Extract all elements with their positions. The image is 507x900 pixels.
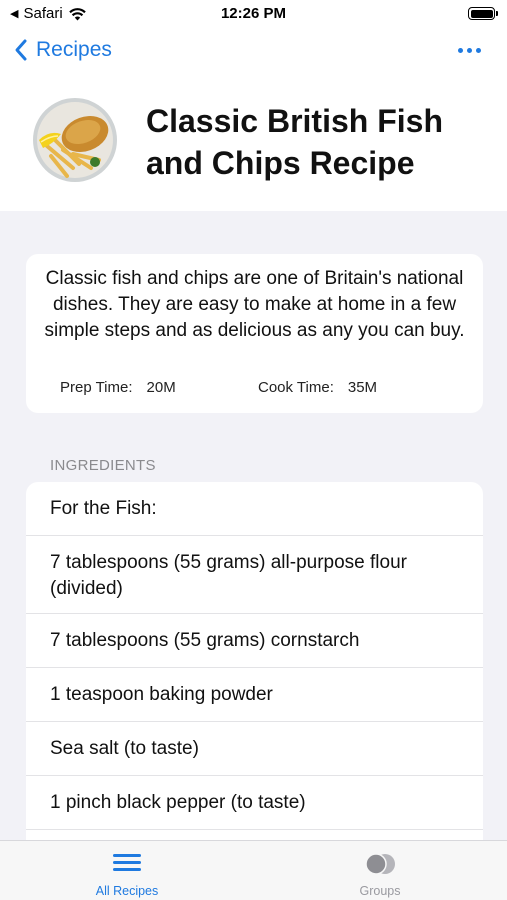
back-button[interactable]: Recipes xyxy=(14,38,112,62)
chevron-left-icon xyxy=(15,39,27,61)
cook-time-label: Cook Time: xyxy=(258,379,334,396)
circles-icon xyxy=(365,853,395,875)
tab-groups[interactable]: Groups xyxy=(310,841,450,900)
ellipsis-dot xyxy=(476,48,481,53)
back-button-label: Recipes xyxy=(36,38,112,61)
list-item: Sea salt (to taste) xyxy=(26,722,483,776)
list-item: 7 tablespoons (55 grams) all-purpose flo… xyxy=(26,536,483,614)
prep-time: Prep Time: 20M xyxy=(60,379,176,396)
status-time: 12:26 PM xyxy=(220,5,287,22)
battery-icon xyxy=(468,7,498,20)
recipe-header: Recipes Classic British Fish and Chips R… xyxy=(0,28,507,211)
ingredients-list: For the Fish: 7 tablespoons (55 grams) a… xyxy=(26,482,483,882)
tab-bar: All Recipes Groups xyxy=(0,840,507,900)
time-info: Prep Time: 20M Cook Time: 35M xyxy=(60,379,377,396)
ellipsis-icon xyxy=(458,48,463,53)
recipe-photo xyxy=(33,98,117,182)
list-icon xyxy=(113,854,141,871)
tab-all-recipes-label: All Recipes xyxy=(95,884,159,898)
list-item: 1 pinch black pepper (to taste) xyxy=(26,776,483,830)
cook-time: Cook Time: 35M xyxy=(258,379,458,396)
tab-groups-label: Groups xyxy=(359,884,401,898)
recipe-title: Classic British Fish and Chips Recipe xyxy=(146,103,443,181)
more-options-button[interactable] xyxy=(458,48,481,53)
prep-time-label: Prep Time: xyxy=(60,379,133,396)
status-bar: ◀ Safari 12:26 PM xyxy=(0,0,507,28)
recipe-description: Classic fish and chips are one of Britai… xyxy=(44,268,465,341)
list-item: 7 tablespoons (55 grams) cornstarch xyxy=(26,614,483,668)
list-item: 1 teaspoon baking powder xyxy=(26,668,483,722)
ellipsis-dot xyxy=(467,48,472,53)
prep-time-value: 20M xyxy=(146,379,176,396)
list-item: For the Fish: xyxy=(26,482,483,536)
ingredients-section-label: INGREDIENTS xyxy=(50,457,156,474)
fish-and-chips-image xyxy=(33,98,117,182)
tab-all-recipes[interactable]: All Recipes xyxy=(57,841,197,900)
description-card: Classic fish and chips are one of Britai… xyxy=(26,254,483,413)
cook-time-value: 35M xyxy=(347,379,378,396)
